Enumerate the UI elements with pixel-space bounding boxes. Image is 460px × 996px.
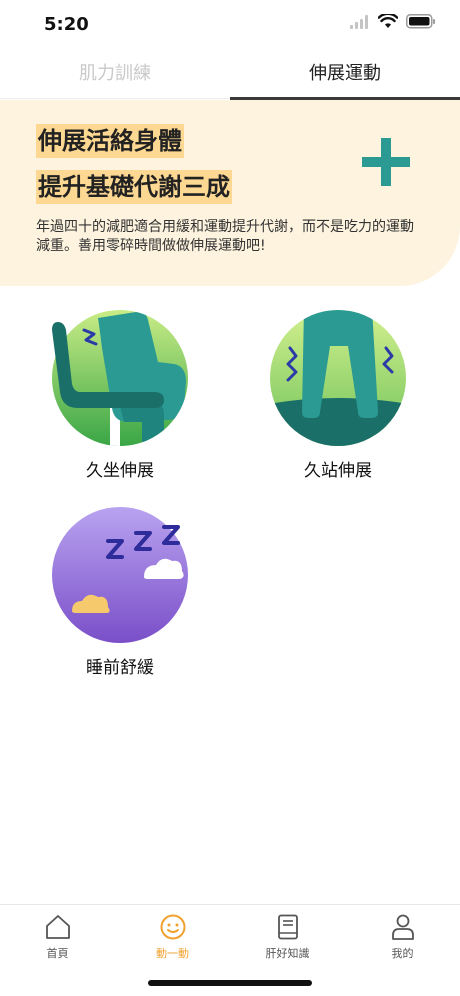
tabbar-label: 我的 — [391, 947, 414, 960]
card-bedtime-relax[interactable]: 睡前舒緩 — [50, 505, 190, 678]
banner-description: 年過四十的減肥適合用緩和運動提升代謝，而不是吃力的運動減重。善用零碎時間做做伸展… — [36, 219, 414, 254]
book-icon — [277, 914, 298, 940]
signal-icon — [350, 14, 368, 29]
moon-sleep-icon — [52, 507, 188, 643]
card-standing-stretch[interactable]: 久站伸展 — [268, 308, 408, 481]
card-label: 久坐伸展 — [86, 461, 154, 481]
status-icons — [350, 14, 436, 29]
tabbar-item-home[interactable]: 首頁 — [0, 905, 115, 996]
card-label: 睡前舒緩 — [86, 658, 154, 678]
tabbar-label: 動一動 — [156, 947, 189, 960]
wifi-icon — [378, 14, 398, 28]
tab-strength-training[interactable]: 肌力訓練 — [0, 52, 230, 100]
banner-headline-1: 伸展活絡身體 — [36, 124, 184, 158]
home-indicator — [148, 980, 312, 986]
status-bar: 5:20 — [0, 0, 460, 52]
status-time: 5:20 — [44, 14, 89, 35]
chair-legs-icon — [52, 310, 188, 446]
segment-tabs: 肌力訓練 伸展運動 — [0, 52, 460, 100]
plus-icon[interactable] — [362, 138, 410, 186]
tabbar-label: 首頁 — [46, 947, 69, 960]
tabbar-label: 肝好知識 — [265, 947, 310, 960]
banner-headline-2: 提升基礎代謝三成 — [36, 170, 232, 204]
smile-icon — [160, 914, 185, 940]
tabbar-item-profile[interactable]: 我的 — [345, 905, 460, 996]
card-sitting-stretch[interactable]: 久坐伸展 — [50, 308, 190, 481]
promo-banner: 伸展活絡身體 提升基礎代謝三成 年過四十的減肥適合用緩和運動提升代謝，而不是吃力… — [0, 100, 460, 286]
standing-legs-icon — [270, 310, 406, 446]
battery-icon — [406, 14, 435, 29]
tab-stretching[interactable]: 伸展運動 — [230, 52, 460, 100]
person-icon — [391, 914, 414, 940]
home-icon — [45, 915, 70, 939]
card-label: 久站伸展 — [304, 461, 372, 481]
